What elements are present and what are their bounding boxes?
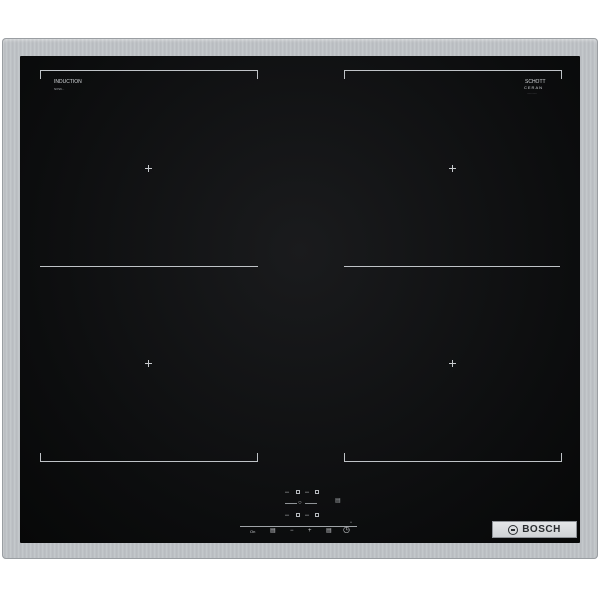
power-button[interactable]: On bbox=[250, 529, 255, 535]
control-slider-bar[interactable] bbox=[240, 526, 357, 527]
ceramic-glass-surface bbox=[20, 56, 580, 543]
bosch-brand-label: BOSCH bbox=[522, 524, 561, 535]
zone-center-crosshair-rear-right[interactable] bbox=[449, 165, 456, 172]
maker-code: ............ bbox=[527, 91, 538, 95]
zone-front-left-bottom-bracket bbox=[40, 453, 258, 462]
combine-line-left bbox=[285, 503, 297, 504]
induction-label: INDUCTION bbox=[54, 79, 82, 85]
zone-center-crosshair-front-left[interactable] bbox=[145, 360, 152, 367]
bosch-logo-icon bbox=[508, 524, 519, 535]
zone-front-left-top-bracket bbox=[40, 70, 258, 79]
zone-symbol-front-right bbox=[315, 513, 319, 517]
zone-divider-left bbox=[40, 266, 258, 267]
plus-button[interactable]: + bbox=[308, 528, 312, 534]
bosch-badge: BOSCH bbox=[492, 521, 577, 538]
zone-symbol-rear-left bbox=[296, 490, 300, 494]
zone-select-rear-left[interactable]: •••• bbox=[285, 490, 289, 494]
heat-setting-icon[interactable]: ▤ bbox=[270, 528, 276, 534]
zone-select-rear-right[interactable]: •••• bbox=[305, 490, 309, 494]
timer-small-icon: •• bbox=[350, 520, 353, 524]
maker-label-line2: CERAN bbox=[524, 85, 544, 90]
minus-button[interactable]: − bbox=[290, 528, 294, 534]
pan-boost-icon[interactable]: ▤ bbox=[326, 528, 332, 534]
zone-rear-right-top-bracket bbox=[344, 70, 562, 79]
zone-center-crosshair-rear-left[interactable] bbox=[145, 165, 152, 172]
model-label: NXS6... bbox=[54, 87, 65, 91]
flex-zone-icon[interactable]: ○ bbox=[298, 500, 302, 506]
zone-center-crosshair-front-right[interactable] bbox=[449, 360, 456, 367]
clock-icon[interactable]: ◷ bbox=[343, 526, 350, 534]
zone-front-right-bottom-bracket bbox=[344, 453, 562, 462]
zone-select-front-right[interactable]: •••• bbox=[305, 513, 309, 517]
zone-symbol-front-left bbox=[296, 513, 300, 517]
lock-icon[interactable]: ▤ bbox=[335, 497, 341, 504]
zone-divider-right bbox=[344, 266, 560, 267]
zone-symbol-rear-right bbox=[315, 490, 319, 494]
zone-select-front-left[interactable]: •••• bbox=[285, 513, 289, 517]
combine-line-right bbox=[305, 503, 317, 504]
